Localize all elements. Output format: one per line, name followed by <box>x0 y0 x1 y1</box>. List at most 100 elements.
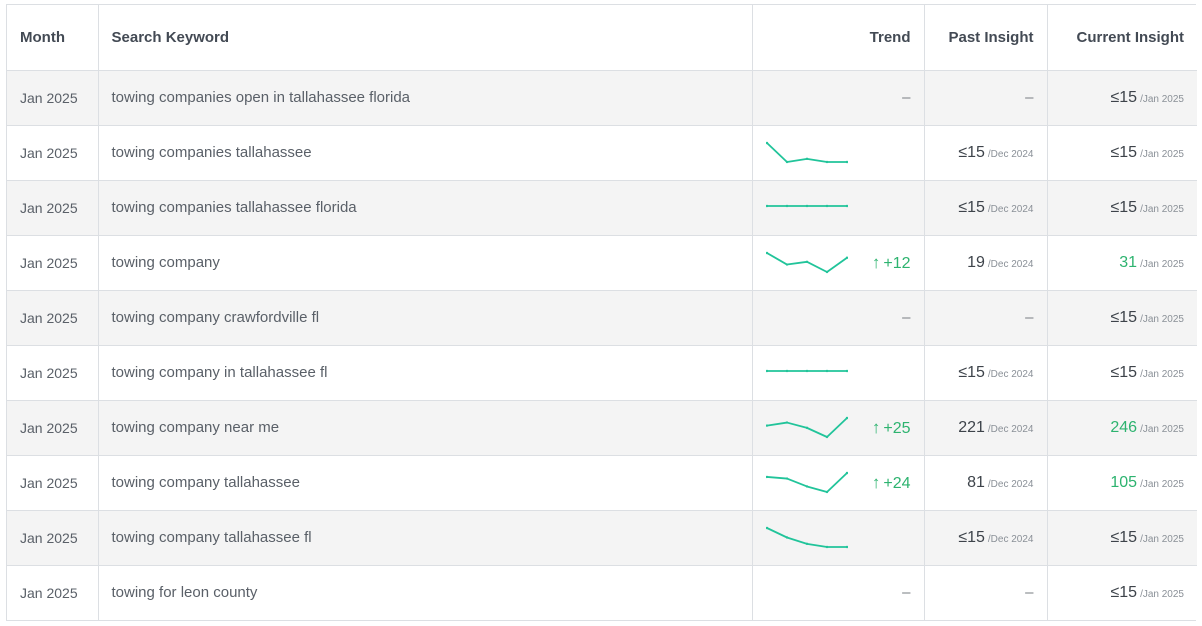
table-row[interactable]: Jan 2025 towing company in tallahassee fl… <box>7 345 1197 400</box>
past-insight-date: /Dec 2024 <box>987 478 1034 490</box>
month-cell: Jan 2025 <box>7 565 99 620</box>
month-cell: Jan 2025 <box>7 510 99 565</box>
month-cell: Jan 2025 <box>7 180 99 235</box>
trend-change-value: +25 <box>883 419 911 437</box>
keyword-cell[interactable]: towing company tallahassee fl <box>98 510 753 565</box>
table-row[interactable]: Jan 2025 towing companies open in tallaha… <box>7 70 1197 125</box>
trend-point <box>825 369 828 372</box>
column-header-trend[interactable]: Trend <box>752 5 925 71</box>
trend-point <box>805 260 808 263</box>
trend-sparkline <box>765 141 848 163</box>
past-insight-cell: – <box>924 565 1048 620</box>
past-insight-date: /Dec 2024 <box>987 258 1034 270</box>
trend-point <box>785 369 788 372</box>
trend-point <box>785 476 788 480</box>
keyword-cell[interactable]: towing companies open in tallahassee flo… <box>98 70 753 125</box>
current-insight-cell: 105/Jan 2025 <box>1047 455 1197 510</box>
trend-point <box>825 545 828 548</box>
trend-cell: – <box>752 565 925 620</box>
current-insight-date: /Jan 2025 <box>1140 148 1184 160</box>
trend-point <box>785 420 788 424</box>
month-cell: Jan 2025 <box>7 455 99 510</box>
arrow-up-icon: ↑ <box>871 472 881 492</box>
empty-dash: – <box>1025 309 1034 326</box>
keyword-insights-table-container: Month Search Keyword Trend Past Insight … <box>6 4 1197 621</box>
trend-point <box>825 204 828 207</box>
trend-point <box>825 160 828 163</box>
keyword-cell[interactable]: towing company near me <box>98 400 753 455</box>
trend-sparkline <box>765 251 848 273</box>
month-cell: Jan 2025 <box>7 345 99 400</box>
trend-point <box>825 270 828 273</box>
past-insight-value: ≤15 <box>958 363 985 381</box>
current-insight-value: 105 <box>1110 473 1138 491</box>
past-insight-date: /Dec 2024 <box>987 368 1034 380</box>
column-header-keyword[interactable]: Search Keyword <box>98 5 753 71</box>
keyword-cell[interactable]: towing company tallahassee <box>98 455 753 510</box>
trend-cell: ↑ +24 <box>752 455 925 510</box>
current-insight-cell: ≤15/Jan 2025 <box>1047 125 1197 180</box>
current-insight-cell: ≤15/Jan 2025 <box>1047 345 1197 400</box>
trend-point <box>785 160 788 163</box>
current-insight-value: 246 <box>1110 418 1138 436</box>
table-row[interactable]: Jan 2025 towing company tallahassee ↑ +24 81… <box>7 455 1197 510</box>
trend-point <box>825 435 828 438</box>
keyword-cell[interactable]: towing company crawfordville fl <box>98 290 753 345</box>
past-insight-date: /Dec 2024 <box>987 203 1034 215</box>
keyword-cell[interactable]: towing companies tallahassee florida <box>98 180 753 235</box>
current-insight-value: ≤15 <box>1110 143 1138 161</box>
table-header-row: Month Search Keyword Trend Past Insight … <box>7 5 1197 71</box>
trend-point <box>785 204 788 207</box>
current-insight-value: ≤15 <box>1110 88 1138 106</box>
table-row[interactable]: Jan 2025 towing company ↑ +12 19/Dec 2024 31/… <box>7 235 1197 290</box>
column-header-past-insight[interactable]: Past Insight <box>924 5 1048 71</box>
current-insight-value: ≤15 <box>1110 583 1138 601</box>
past-insight-value: 81 <box>967 473 985 491</box>
trend-point <box>805 369 808 372</box>
past-insight-cell: ≤15/Dec 2024 <box>924 180 1048 235</box>
trend-point <box>785 262 788 266</box>
current-insight-date: /Jan 2025 <box>1140 203 1184 215</box>
table-row[interactable]: Jan 2025 towing company near me ↑ +25 221/De… <box>7 400 1197 455</box>
column-header-current-insight[interactable]: Current Insight <box>1047 5 1197 71</box>
past-insight-value: ≤15 <box>958 198 985 216</box>
empty-dash: – <box>902 89 911 106</box>
empty-dash: – <box>902 584 911 602</box>
trend-cell <box>752 125 925 180</box>
current-insight-value: ≤15 <box>1110 363 1138 381</box>
past-insight-cell: ≤15/Dec 2024 <box>924 345 1048 400</box>
current-insight-date: /Jan 2025 <box>1140 423 1184 435</box>
past-insight-value: 221 <box>958 418 985 436</box>
trend-sparkline <box>765 471 848 493</box>
keyword-cell[interactable]: towing company in tallahassee fl <box>98 345 753 400</box>
month-cell: Jan 2025 <box>7 290 99 345</box>
keyword-cell[interactable]: towing company <box>98 235 753 290</box>
table-row[interactable]: Jan 2025 towing company tallahassee fl ≤15… <box>7 510 1197 565</box>
current-insight-date: /Jan 2025 <box>1140 93 1184 105</box>
month-cell: Jan 2025 <box>7 235 99 290</box>
empty-dash: – <box>1025 584 1034 602</box>
trend-change-value: +24 <box>883 474 911 492</box>
table-row[interactable]: Jan 2025 towing companies tallahassee ≤15/… <box>7 125 1197 180</box>
past-insight-cell: 221/Dec 2024 <box>924 400 1048 455</box>
table-row[interactable]: Jan 2025 towing company crawfordville fl –… <box>7 290 1197 345</box>
trend-cell <box>752 510 925 565</box>
keyword-cell[interactable]: towing for leon county <box>98 565 753 620</box>
trend-point <box>805 157 808 160</box>
column-header-month[interactable]: Month <box>7 5 99 71</box>
trend-change: ↑ +24 <box>872 473 911 493</box>
table-row[interactable]: Jan 2025 towing for leon county – – ≤15/Jan … <box>7 565 1197 620</box>
table-row[interactable]: Jan 2025 towing companies tallahassee flo… <box>7 180 1197 235</box>
current-insight-cell: ≤15/Jan 2025 <box>1047 180 1197 235</box>
current-insight-value: ≤15 <box>1110 198 1138 216</box>
empty-dash: – <box>1025 89 1034 106</box>
keyword-cell[interactable]: towing companies tallahassee <box>98 125 753 180</box>
past-insight-value: ≤15 <box>958 528 985 546</box>
current-insight-date: /Jan 2025 <box>1140 368 1184 380</box>
past-insight-cell: – <box>924 290 1048 345</box>
table-body: Jan 2025 towing companies open in tallaha… <box>7 70 1197 620</box>
arrow-up-icon: ↑ <box>871 417 881 437</box>
past-insight-value: ≤15 <box>958 143 985 161</box>
month-cell: Jan 2025 <box>7 400 99 455</box>
trend-cell <box>752 180 925 235</box>
